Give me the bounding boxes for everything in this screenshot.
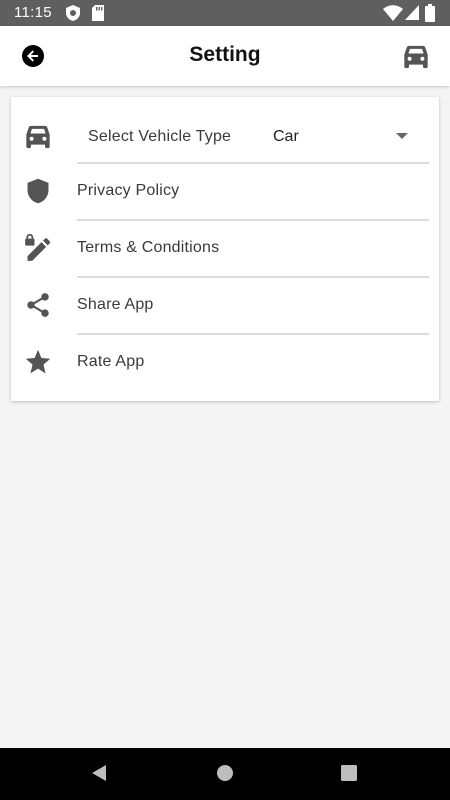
share-app-row[interactable]: Share App (11, 278, 439, 335)
back-triangle-icon[interactable] (90, 764, 108, 782)
privacy-policy-row[interactable]: Privacy Policy (11, 164, 439, 221)
dropdown-arrow-icon[interactable] (395, 132, 409, 140)
car-icon[interactable] (402, 44, 430, 70)
terms-conditions-label: Terms & Conditions (77, 239, 220, 256)
privacy-policy-label: Privacy Policy (77, 182, 180, 199)
edit-lock-icon (25, 234, 51, 261)
rate-app-row[interactable]: Rate App (11, 335, 439, 392)
terms-conditions-row[interactable]: Terms & Conditions (11, 221, 439, 278)
shield-icon (27, 178, 49, 204)
vehicle-type-select[interactable]: Car (273, 128, 299, 146)
rate-app-label: Rate App (77, 353, 145, 370)
page-title: Setting (189, 43, 261, 66)
signal-icon (405, 5, 419, 20)
status-bar: 11:15 (0, 0, 450, 26)
wifi-icon (383, 5, 403, 21)
battery-icon (425, 4, 435, 22)
home-circle-icon[interactable] (216, 764, 234, 782)
settings-card: Select Vehicle Type Car Privacy Policy T… (11, 97, 439, 401)
system-nav-bar (0, 748, 450, 800)
select-vehicle-type-row[interactable]: Select Vehicle Type Car (11, 107, 439, 164)
status-time: 11:15 (14, 4, 52, 21)
sd-card-icon (92, 5, 104, 21)
recents-square-icon[interactable] (341, 764, 357, 782)
vehicle-type-label: Select Vehicle Type (88, 128, 232, 145)
star-icon (25, 349, 51, 374)
share-icon (27, 293, 49, 317)
share-app-label: Share App (77, 296, 154, 313)
app-bar: Setting (0, 26, 450, 86)
shield-notification-icon (66, 5, 80, 21)
car-icon (26, 125, 50, 149)
